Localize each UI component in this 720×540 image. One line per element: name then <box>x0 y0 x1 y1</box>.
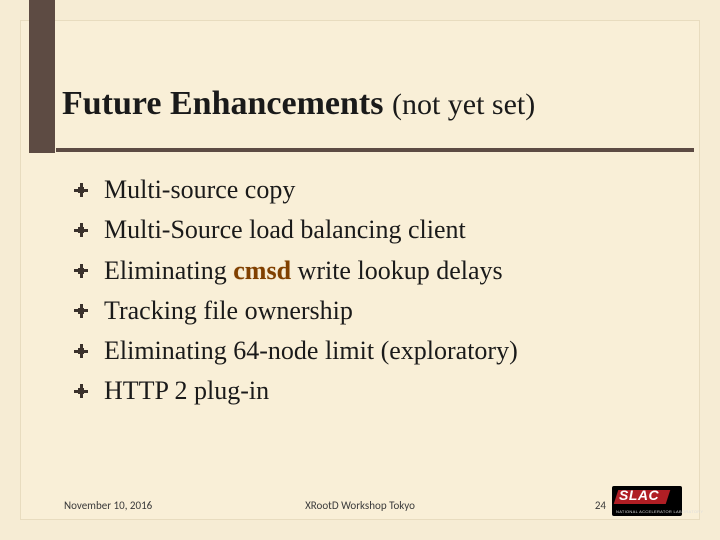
bullet-text: Eliminating <box>104 256 233 285</box>
title-underline <box>20 148 700 154</box>
footer-page-number: 24 <box>595 499 606 512</box>
slide-footer: November 10, 2016 XRootD Workshop Tokyo … <box>20 480 700 520</box>
bullet-text: Multi-Source load balancing client <box>104 215 466 244</box>
list-item: Multi-source copy <box>74 170 680 210</box>
list-item: Tracking file ownership <box>74 291 680 331</box>
title-main: Future Enhancements <box>62 85 383 122</box>
list-item: HTTP 2 plug-in <box>74 371 680 411</box>
list-item: Eliminating cmsd write lookup delays <box>74 251 680 291</box>
list-item: Multi-Source load balancing client <box>74 210 680 250</box>
code-keyword: cmsd <box>233 256 291 285</box>
bullet-text: Tracking file ownership <box>104 296 353 325</box>
bullet-text-tail: write lookup delays <box>291 256 503 285</box>
title-annotation: (not yet set) <box>392 88 535 121</box>
slide-title: Future Enhancements (not yet set) <box>62 85 694 122</box>
accent-stripe <box>29 0 55 153</box>
logo-text: SLAC <box>619 487 659 503</box>
bullet-text: Multi-source copy <box>104 175 295 204</box>
list-item: Eliminating 64-node limit (exploratory) <box>74 331 680 371</box>
slac-logo: SLAC NATIONAL ACCELERATOR LABORATORY <box>612 486 682 516</box>
bullet-list: Multi-source copy Multi-Source load bala… <box>74 170 680 412</box>
bullet-text: Eliminating 64-node limit (exploratory) <box>104 336 518 365</box>
bullet-text: HTTP 2 plug-in <box>104 376 269 405</box>
logo-subtext: NATIONAL ACCELERATOR LABORATORY <box>616 509 703 514</box>
